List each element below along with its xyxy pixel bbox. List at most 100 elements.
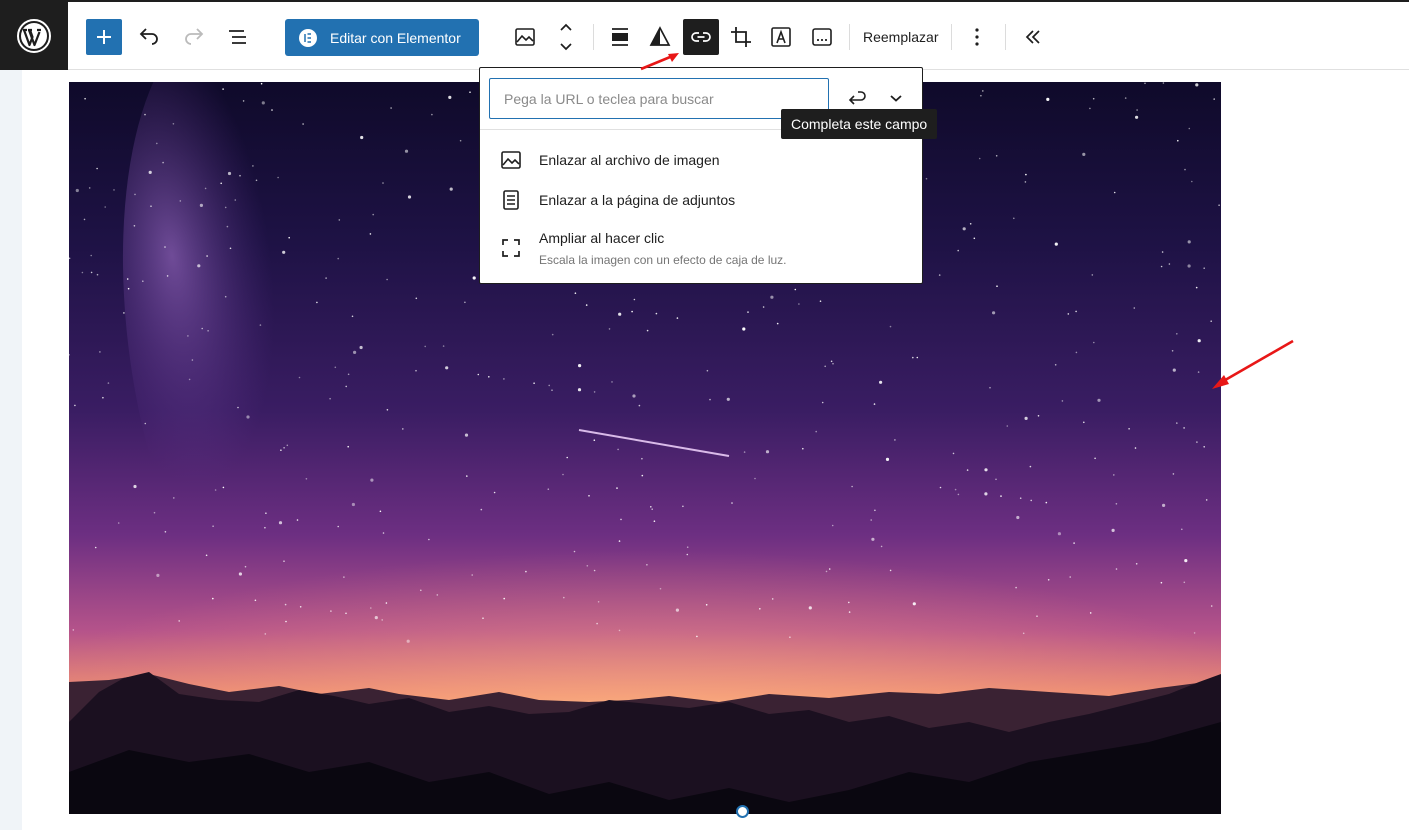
star [242, 100, 245, 102]
star [547, 488, 550, 491]
star [593, 439, 596, 442]
move-block-button[interactable] [548, 19, 584, 55]
star [770, 295, 774, 299]
text-overlay-button[interactable] [763, 19, 799, 55]
image-icon [499, 148, 523, 172]
expand-on-click-option[interactable]: Ampliar al hacer clic Escala la imagen c… [499, 226, 787, 267]
star [445, 366, 449, 370]
star [255, 179, 258, 182]
star [1160, 265, 1163, 268]
star [830, 360, 833, 363]
star [1091, 274, 1094, 276]
image-icon [515, 28, 535, 46]
block-type-button[interactable] [507, 19, 543, 55]
document-overview-button[interactable] [220, 19, 256, 55]
link-to-image-file-option[interactable]: Enlazar al archivo de imagen [499, 148, 720, 172]
star [548, 384, 550, 387]
star [381, 619, 384, 621]
block-options-button[interactable] [959, 19, 995, 55]
link-button[interactable] [683, 19, 719, 55]
star [1195, 286, 1198, 289]
star [173, 497, 175, 499]
star [743, 451, 746, 453]
star [133, 484, 137, 489]
option-label: Enlazar a la página de adjuntos [539, 192, 736, 208]
star [957, 249, 959, 252]
crop-button[interactable] [723, 19, 759, 55]
star [1133, 307, 1136, 309]
add-block-button[interactable] [86, 19, 122, 55]
star [831, 524, 834, 527]
star [166, 275, 169, 277]
star [1061, 400, 1064, 402]
star [162, 161, 164, 164]
star [686, 546, 689, 548]
star [402, 428, 404, 430]
star [573, 550, 576, 553]
star [633, 298, 636, 301]
star [207, 330, 209, 332]
star [1067, 313, 1070, 315]
duotone-button[interactable] [642, 19, 678, 55]
star [224, 206, 227, 209]
star [676, 317, 679, 319]
star [347, 373, 350, 376]
star [90, 254, 92, 257]
star [234, 199, 237, 201]
star [1013, 217, 1015, 220]
url-search-input[interactable] [489, 78, 829, 119]
star [224, 295, 227, 298]
star [996, 285, 998, 287]
star [885, 457, 890, 461]
edit-with-elementor-button[interactable]: Editar con Elementor [285, 19, 479, 56]
star [83, 218, 86, 221]
text-overlay-icon [771, 27, 791, 47]
caption-button[interactable] [804, 19, 840, 55]
star [386, 278, 388, 281]
star [283, 560, 285, 562]
star [954, 488, 957, 491]
star [237, 406, 239, 409]
star [705, 604, 708, 606]
star [345, 385, 348, 388]
star [1057, 532, 1061, 536]
star [104, 206, 106, 208]
star [798, 303, 800, 305]
star [1024, 181, 1027, 183]
star [415, 297, 418, 300]
star [1162, 503, 1166, 507]
star [1195, 83, 1199, 87]
star [551, 389, 553, 392]
collapse-toolbar-button[interactable] [1015, 19, 1051, 55]
star [815, 430, 817, 433]
star [178, 620, 180, 622]
replace-button[interactable]: Reemplazar [856, 19, 945, 55]
align-button[interactable] [602, 19, 638, 55]
edit-with-elementor-label: Editar con Elementor [330, 29, 461, 46]
star [828, 568, 831, 570]
star [102, 396, 104, 399]
star [551, 333, 554, 336]
star [239, 174, 241, 177]
star [471, 574, 474, 576]
star [347, 445, 350, 448]
star [938, 274, 941, 276]
image-resize-handle[interactable] [736, 805, 749, 818]
star [88, 187, 91, 189]
star [370, 607, 372, 609]
redo-button[interactable] [176, 19, 212, 55]
star [222, 486, 225, 489]
star [96, 273, 99, 276]
link-to-attachment-page-option[interactable]: Enlazar a la página de adjuntos [499, 188, 735, 212]
undo-button[interactable] [131, 19, 167, 55]
star [442, 345, 445, 347]
chevron-down-icon [890, 95, 902, 102]
wordpress-logo-icon[interactable] [0, 2, 68, 70]
star [832, 362, 834, 365]
star [330, 610, 332, 612]
star [1188, 127, 1191, 130]
star [150, 205, 152, 207]
star [229, 247, 232, 250]
star [1094, 457, 1096, 460]
star [74, 404, 76, 407]
